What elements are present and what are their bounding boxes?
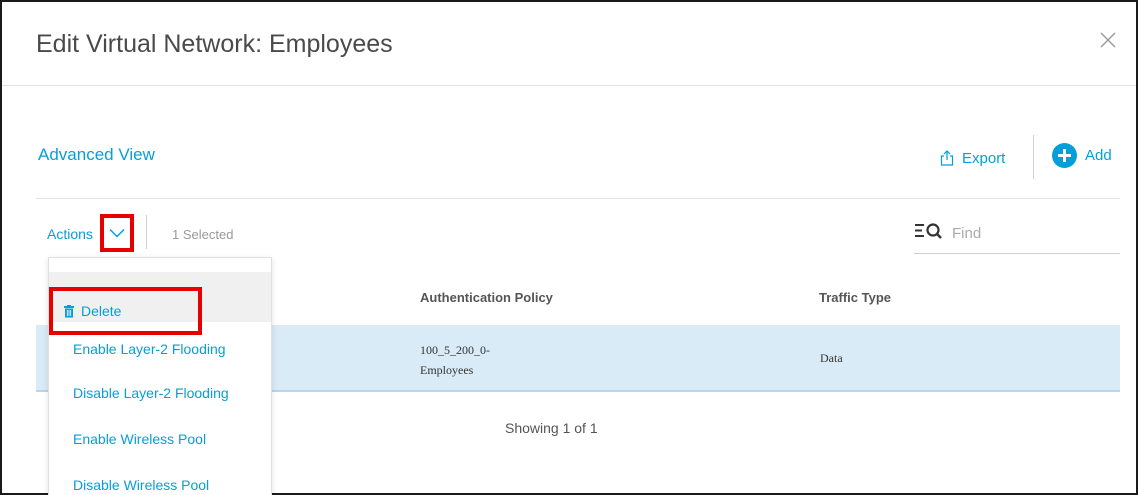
- authentication-policy-line-1: 100_5_200_0-: [420, 343, 490, 357]
- export-label: Export: [962, 149, 1006, 167]
- trash-icon: [64, 304, 74, 317]
- edit-virtual-network-dialog: Edit Virtual Network: Employees Advanced…: [0, 0, 1138, 495]
- plus-circle-icon: [1052, 143, 1077, 168]
- actions-dropdown-toggle[interactable]: [100, 214, 134, 252]
- authentication-policy-line-2: Employees: [420, 363, 474, 377]
- menu-item-enable-wireless-pool[interactable]: Enable Wireless Pool: [49, 414, 271, 464]
- menu-item-delete-row: Delete: [49, 272, 271, 335]
- menu-item-enable-layer2-flooding[interactable]: Enable Layer-2 Flooding: [49, 324, 271, 374]
- column-header-traffic-type[interactable]: Traffic Type: [819, 290, 891, 305]
- menu-item-disable-layer2-flooding[interactable]: Disable Layer-2 Flooding: [49, 368, 271, 418]
- cell-authentication-policy: 100_5_200_0- Employees: [420, 340, 490, 380]
- menu-item-disable-wireless-pool[interactable]: Disable Wireless Pool: [49, 460, 271, 495]
- search-filter-icon: [915, 223, 942, 239]
- add-label: Add: [1085, 147, 1112, 164]
- advanced-view-title: Advanced View: [38, 145, 155, 164]
- close-icon: [1100, 32, 1116, 48]
- column-header-authentication-policy[interactable]: Authentication Policy: [420, 290, 553, 305]
- find-box: [914, 218, 1120, 254]
- dialog-header: Edit Virtual Network: Employees: [2, 2, 1136, 86]
- toolbar-divider: [1033, 135, 1034, 179]
- find-input[interactable]: [952, 218, 1112, 248]
- export-icon: [940, 150, 954, 166]
- selected-count: 1 Selected: [172, 227, 234, 242]
- delete-label: Delete: [81, 303, 122, 319]
- add-button[interactable]: Add: [1052, 143, 1112, 168]
- dialog-title: Edit Virtual Network: Employees: [36, 30, 393, 58]
- actions-separator: [146, 215, 147, 249]
- export-button[interactable]: Export: [940, 145, 1005, 171]
- actions-label[interactable]: Actions: [47, 226, 93, 242]
- cell-traffic-type: Data: [820, 351, 843, 365]
- pagination-status: Showing 1 of 1: [505, 420, 598, 436]
- actions-menu: Delete Enable Layer-2 Flooding Disable L…: [48, 257, 272, 495]
- close-button[interactable]: [1098, 30, 1118, 50]
- section-divider: [36, 198, 1120, 199]
- chevron-down-icon: [109, 228, 125, 238]
